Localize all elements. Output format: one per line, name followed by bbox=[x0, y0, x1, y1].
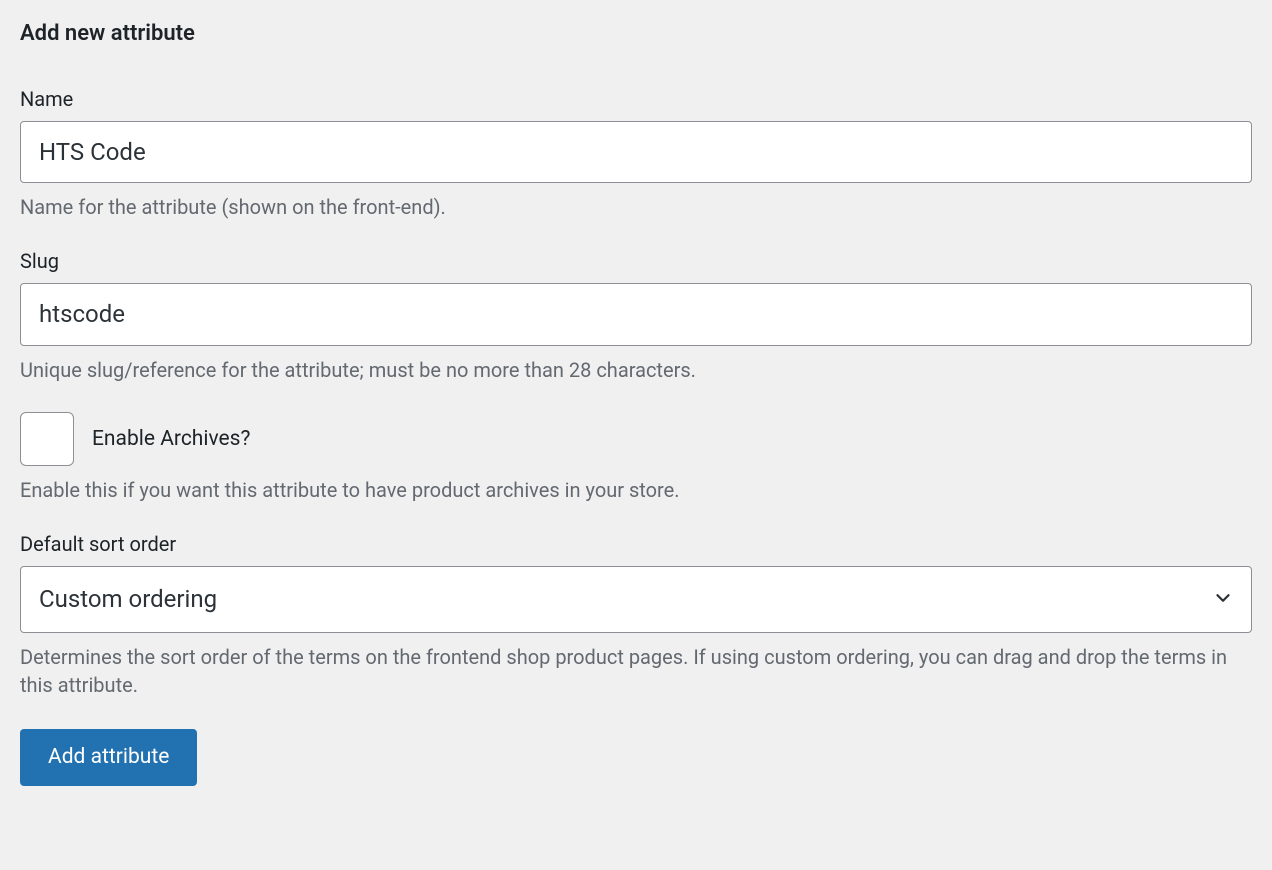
name-field-group: Name Name for the attribute (shown on th… bbox=[20, 87, 1252, 222]
enable-archives-description: Enable this if you want this attribute t… bbox=[20, 476, 1252, 504]
name-description: Name for the attribute (shown on the fro… bbox=[20, 193, 1252, 221]
sort-order-description: Determines the sort order of the terms o… bbox=[20, 643, 1252, 699]
sort-order-label: Default sort order bbox=[20, 532, 1252, 556]
enable-archives-row: Enable Archives? bbox=[20, 412, 1252, 466]
sort-order-select-wrap: Custom ordering bbox=[20, 566, 1252, 633]
enable-archives-checkbox[interactable] bbox=[20, 412, 74, 466]
form-heading: Add new attribute bbox=[20, 20, 1252, 49]
sort-order-select[interactable]: Custom ordering bbox=[20, 566, 1252, 633]
slug-field-group: Slug Unique slug/reference for the attri… bbox=[20, 249, 1252, 384]
add-attribute-form: Add new attribute Name Name for the attr… bbox=[20, 20, 1252, 786]
slug-label: Slug bbox=[20, 249, 1252, 273]
submit-row: Add attribute bbox=[20, 729, 1252, 786]
add-attribute-button[interactable]: Add attribute bbox=[20, 729, 197, 786]
name-input[interactable] bbox=[20, 121, 1252, 184]
enable-archives-field-group: Enable Archives? Enable this if you want… bbox=[20, 412, 1252, 504]
name-label: Name bbox=[20, 87, 1252, 111]
sort-order-field-group: Default sort order Custom ordering Deter… bbox=[20, 532, 1252, 699]
slug-input[interactable] bbox=[20, 283, 1252, 346]
slug-description: Unique slug/reference for the attribute;… bbox=[20, 356, 1252, 384]
enable-archives-label: Enable Archives? bbox=[92, 427, 250, 451]
